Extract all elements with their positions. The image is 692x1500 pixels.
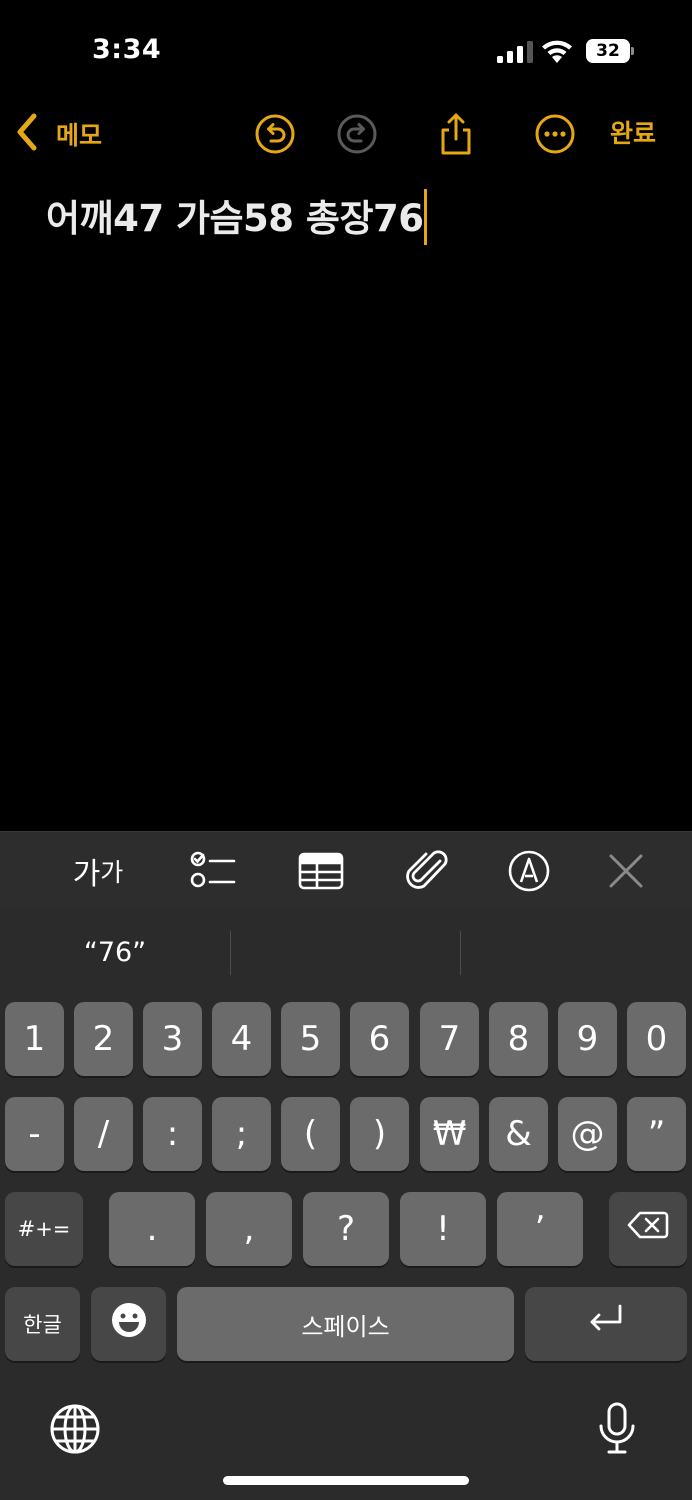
note-text-area[interactable]: 어깨47 가슴58 총장76	[46, 188, 428, 249]
done-button[interactable]: 완료	[610, 114, 656, 150]
space-key[interactable]: 스페이스	[177, 1287, 514, 1361]
suggestion-2[interactable]	[231, 931, 461, 975]
key[interactable]: ”	[627, 1097, 686, 1171]
key[interactable]: (	[281, 1097, 340, 1171]
emoji-key[interactable]	[91, 1287, 166, 1361]
key[interactable]: )	[350, 1097, 409, 1171]
key[interactable]: 2	[74, 1002, 133, 1076]
close-icon[interactable]	[602, 849, 650, 893]
back-button[interactable]: 메모	[14, 112, 102, 156]
notes-nav-bar: 메모 완료	[0, 100, 692, 170]
key[interactable]: 0	[627, 1002, 686, 1076]
key[interactable]: ₩	[420, 1097, 479, 1171]
wifi-icon	[540, 38, 574, 64]
key[interactable]: -	[5, 1097, 64, 1171]
back-button-label: 메모	[56, 121, 103, 150]
chevron-left-icon	[14, 112, 40, 156]
emoji-icon	[107, 1298, 151, 1351]
note-text: 어깨47 가슴58 총장76	[46, 197, 424, 240]
markup-icon[interactable]	[505, 849, 553, 893]
language-key[interactable]: 한글	[5, 1287, 80, 1361]
attachment-icon[interactable]	[404, 849, 452, 893]
key[interactable]: /	[74, 1097, 133, 1171]
key[interactable]: ’	[497, 1192, 583, 1266]
return-icon	[584, 1298, 628, 1351]
key[interactable]: 5	[281, 1002, 340, 1076]
key[interactable]: 1	[5, 1002, 64, 1076]
suggestion-1[interactable]: “76”	[0, 931, 230, 975]
key[interactable]: 8	[489, 1002, 548, 1076]
key[interactable]: 4	[212, 1002, 271, 1076]
text-format-icon[interactable]: 가가	[66, 849, 130, 893]
share-icon[interactable]	[434, 112, 478, 156]
checklist-icon[interactable]	[188, 849, 236, 893]
key[interactable]: .	[109, 1192, 195, 1266]
suggestion-bar: “76”	[0, 909, 692, 997]
key[interactable]: ,	[206, 1192, 292, 1266]
key[interactable]: ?	[303, 1192, 389, 1266]
key[interactable]: 6	[350, 1002, 409, 1076]
table-icon[interactable]	[297, 849, 345, 893]
key[interactable]: 9	[558, 1002, 617, 1076]
key[interactable]: @	[558, 1097, 617, 1171]
suggestion-3[interactable]	[461, 931, 691, 975]
key[interactable]: 3	[143, 1002, 202, 1076]
text-style-label-small: 가	[100, 858, 124, 887]
battery-icon: 32	[586, 39, 634, 63]
key[interactable]: &	[489, 1097, 548, 1171]
cellular-signal-icon	[497, 41, 533, 63]
status-time: 3:34	[92, 34, 162, 65]
battery-level: 32	[586, 39, 630, 63]
key[interactable]: 7	[420, 1002, 479, 1076]
key[interactable]: !	[400, 1192, 486, 1266]
globe-icon[interactable]	[47, 1401, 103, 1457]
status-bar: 3:34 32	[0, 0, 692, 100]
key[interactable]: :	[143, 1097, 202, 1171]
delete-key[interactable]	[609, 1192, 687, 1266]
delete-icon	[626, 1203, 670, 1256]
microphone-icon[interactable]	[589, 1401, 645, 1457]
format-toolbar: 가가	[0, 831, 692, 909]
more-icon[interactable]	[533, 112, 577, 156]
text-cursor	[424, 188, 428, 245]
home-indicator[interactable]	[223, 1476, 469, 1485]
redo-icon[interactable]	[335, 112, 379, 156]
key[interactable]: ;	[212, 1097, 271, 1171]
symbols-mode-key[interactable]: #+=	[5, 1192, 83, 1266]
text-style-label-large: 가	[72, 857, 101, 892]
return-key[interactable]	[525, 1287, 687, 1361]
undo-icon[interactable]	[253, 112, 297, 156]
